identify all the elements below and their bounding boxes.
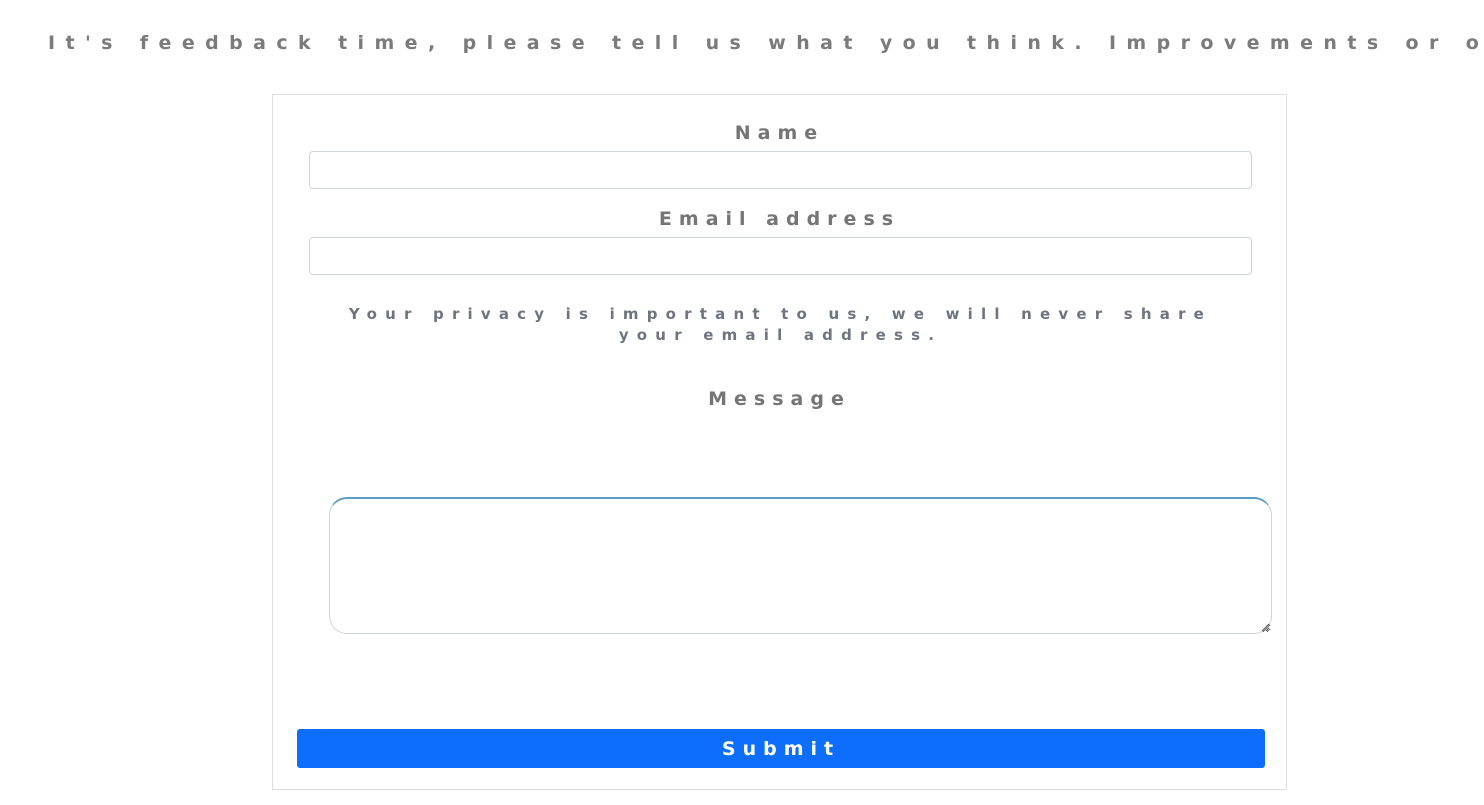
privacy-note: Your privacy is important to us, we will… (348, 305, 1213, 344)
message-label: Message (708, 388, 851, 410)
submit-button[interactable]: Submit (297, 729, 1265, 768)
message-textarea[interactable] (329, 497, 1272, 634)
email-input[interactable] (309, 237, 1252, 275)
name-input[interactable] (309, 151, 1252, 189)
resize-handle-icon[interactable] (1260, 622, 1270, 632)
page-title: It's feedback time, please tell us what … (48, 32, 1484, 54)
name-label: Name (734, 122, 825, 144)
feedback-form: Name Email address Your privacy is impor… (272, 94, 1287, 790)
email-label: Email address (658, 208, 901, 230)
